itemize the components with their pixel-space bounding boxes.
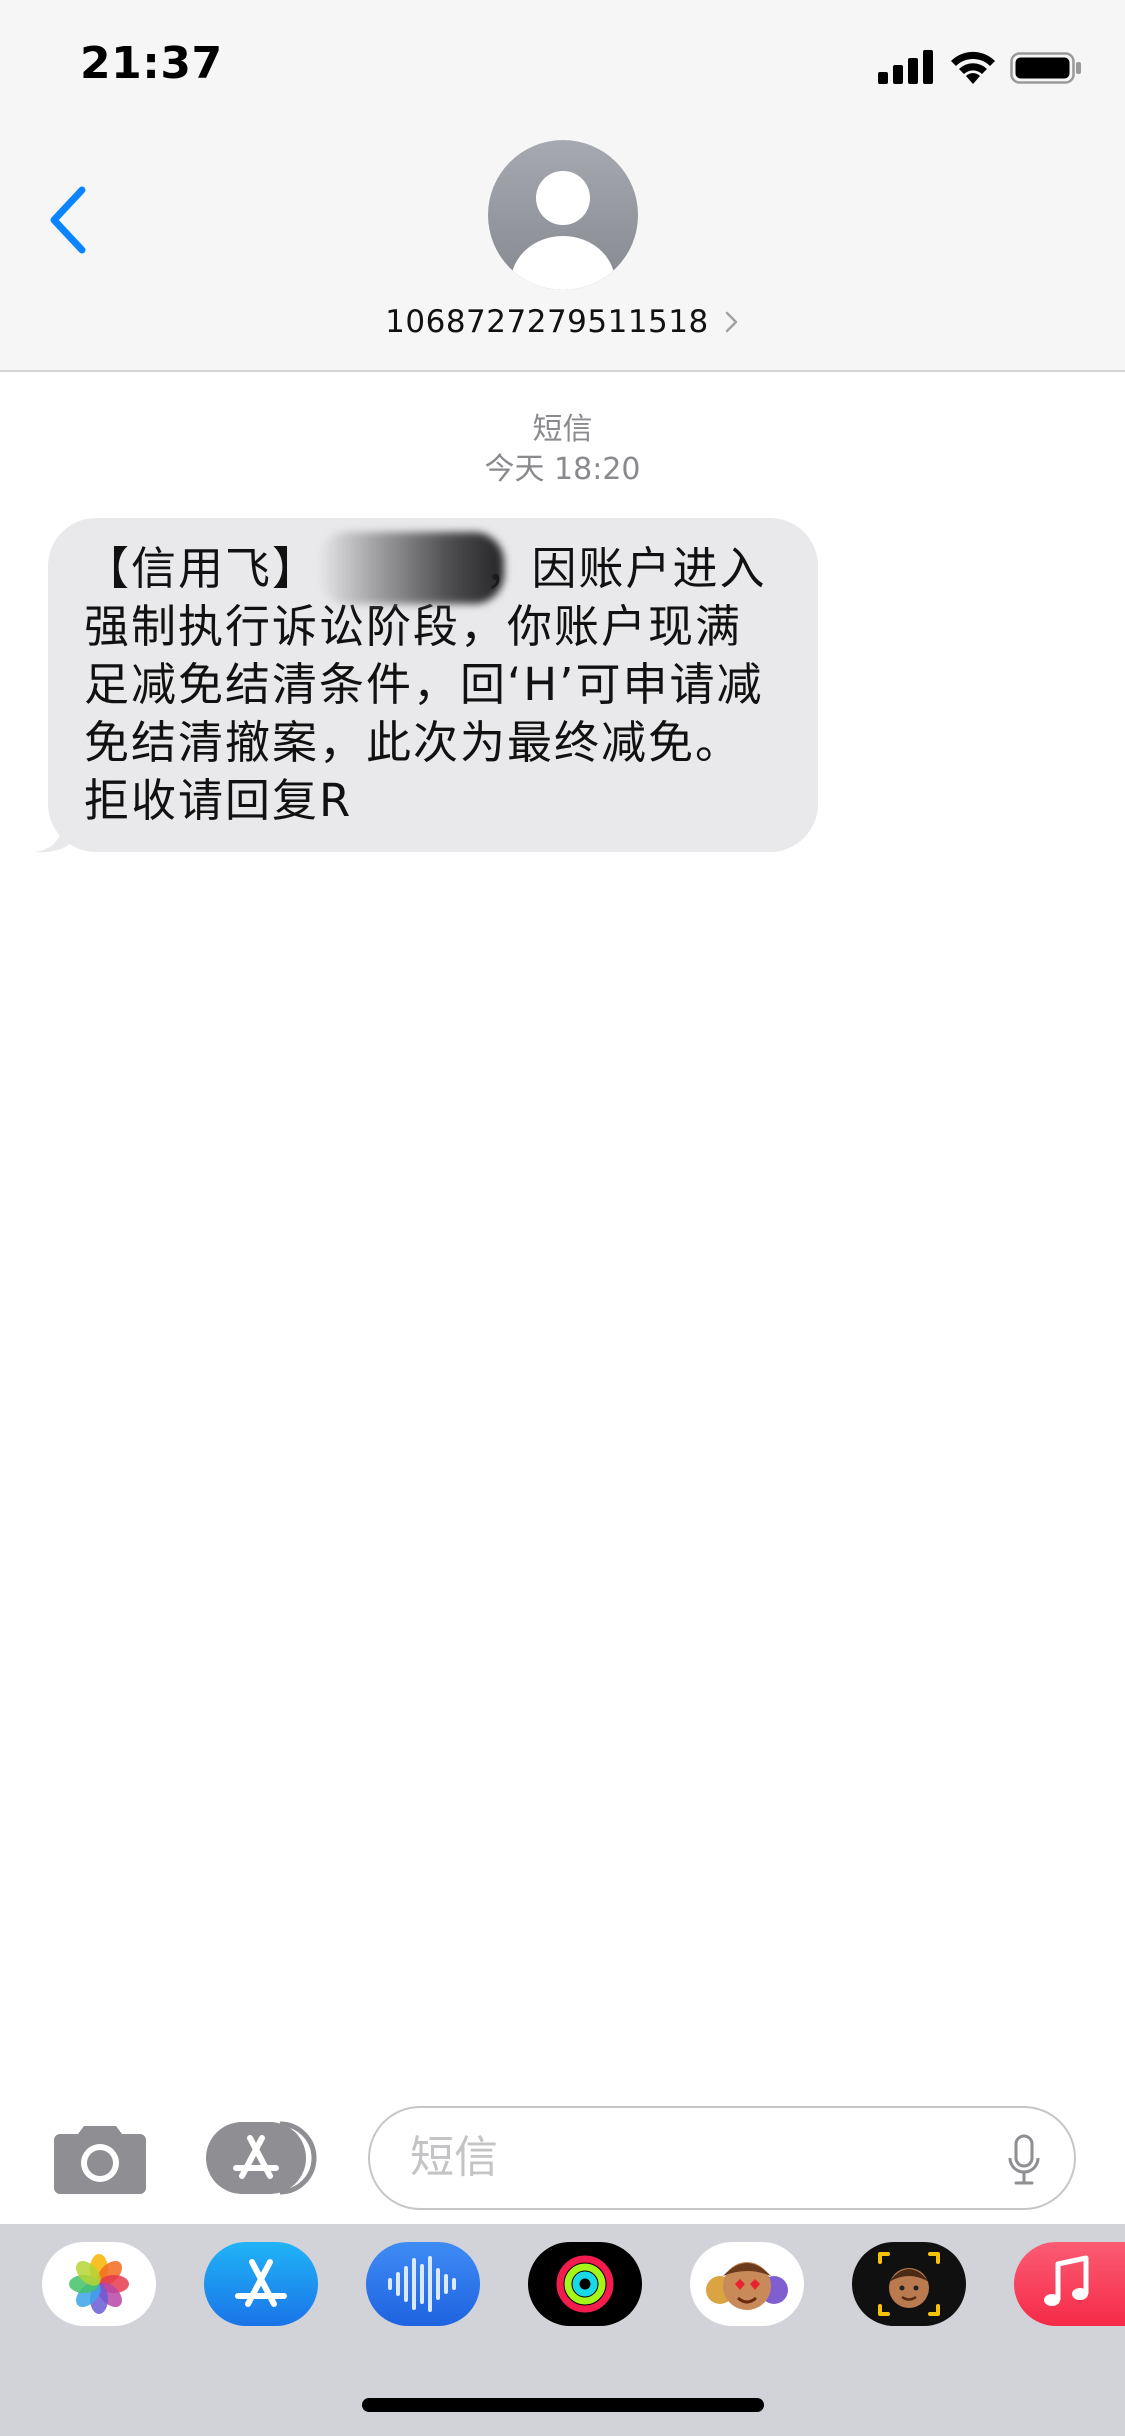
contact-avatar[interactable] (488, 140, 638, 290)
contact-info-button[interactable]: 1068727279511518 (0, 304, 1125, 340)
audio-message-icon[interactable] (366, 2242, 480, 2326)
incoming-message-bubble[interactable]: 【信用飞】 ，因账户进入强制执行诉讼阶段，你账户现满足减免结清条件，回‘H’可申… (48, 518, 818, 852)
service-label: 短信 (532, 412, 593, 447)
wifi-icon (951, 51, 995, 84)
chevron-right-icon (725, 311, 738, 333)
microphone-icon[interactable] (1008, 2134, 1040, 2186)
person-silhouette-icon (511, 171, 615, 290)
battery-icon (1010, 52, 1081, 84)
status-time: 21:37 (80, 38, 223, 89)
timestamp-text: 今天 18:20 (484, 452, 641, 487)
contact-number: 1068727279511518 (385, 304, 709, 340)
message-timestamp: 短信 今天 18:20 (0, 410, 1125, 490)
app-drawer (0, 2224, 1125, 2436)
redacted-blur (318, 532, 504, 604)
animoji-icon[interactable] (690, 2242, 804, 2326)
activity-icon[interactable] (528, 2242, 642, 2326)
camera-icon[interactable] (54, 2122, 146, 2194)
message-field[interactable] (368, 2106, 1076, 2210)
photos-icon[interactable] (42, 2242, 156, 2326)
message-input[interactable] (410, 2108, 970, 2206)
app-store-drawer-icon[interactable] (206, 2120, 318, 2196)
app-store-icon[interactable] (204, 2242, 318, 2326)
music-icon[interactable] (1014, 2242, 1125, 2326)
memoji-icon[interactable] (852, 2242, 966, 2326)
conversation-header: 21:37 1068727279511518 (0, 0, 1125, 372)
home-indicator[interactable] (362, 2398, 764, 2412)
back-chevron-icon[interactable] (40, 180, 100, 260)
cellular-signal-icon (878, 50, 933, 84)
